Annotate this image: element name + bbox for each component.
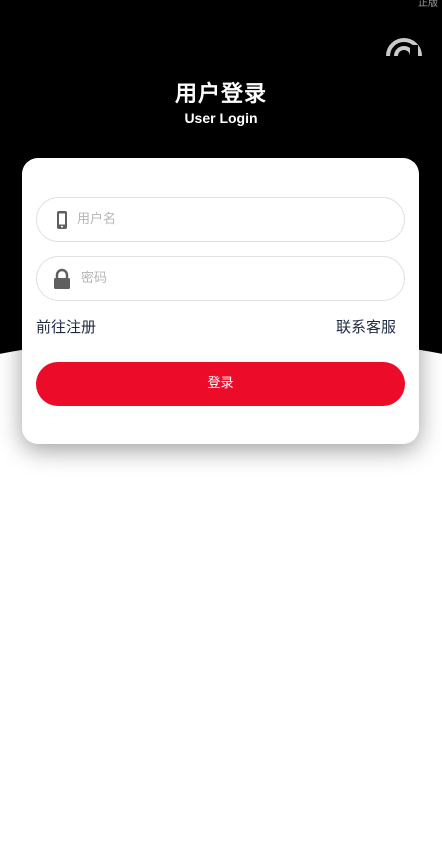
- refresh-icon[interactable]: [385, 32, 423, 57]
- login-card: 前往注册 联系客服 登录: [22, 158, 419, 444]
- page-subtitle: User Login: [184, 110, 258, 126]
- register-link[interactable]: 前往注册: [36, 316, 96, 338]
- password-input[interactable]: [81, 257, 387, 300]
- username-input[interactable]: [77, 198, 387, 241]
- phone-icon: [51, 209, 73, 231]
- version-label: 正版: [418, 0, 438, 9]
- lock-icon: [51, 268, 73, 290]
- contact-service-link[interactable]: 联系客服: [336, 316, 396, 338]
- password-field[interactable]: [36, 256, 405, 301]
- page-title: 用户登录: [174, 82, 267, 107]
- login-button[interactable]: 登录: [36, 362, 405, 406]
- username-field[interactable]: [36, 197, 405, 242]
